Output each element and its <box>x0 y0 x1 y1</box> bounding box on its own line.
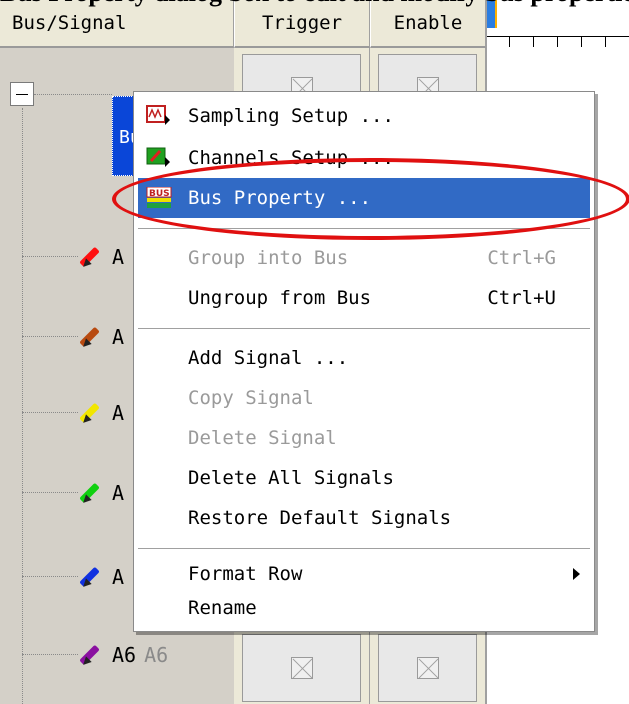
menu-item-rename[interactable]: Rename <box>134 588 594 628</box>
menu-item-label: Group into Bus <box>188 247 349 269</box>
header-label: Bus/Signal <box>12 12 127 34</box>
menu-item-label: Copy Signal <box>188 387 314 409</box>
bus-property-icon: BUS <box>146 187 172 208</box>
menu-item-label: Channels Setup ... <box>188 147 394 169</box>
probe-icon <box>78 324 104 350</box>
probe-icon <box>78 480 104 506</box>
tree-connector <box>22 654 78 655</box>
probe-icon <box>78 564 104 590</box>
menu-item-sampling-setup[interactable]: Sampling Setup ... <box>134 96 594 136</box>
ruler-tick <box>533 37 534 47</box>
header-label: Enable <box>393 12 463 34</box>
submenu-arrow-icon <box>573 568 580 580</box>
channels-setup-icon <box>146 147 170 167</box>
menu-item-label: Sampling Setup ... <box>188 105 394 127</box>
menu-item-label: Rename <box>188 597 257 619</box>
menu-item-label: Delete All Signals <box>188 467 394 489</box>
context-menu: Sampling Setup ... Channels Setup ... BU… <box>133 91 595 632</box>
disabled-check-icon <box>290 657 313 679</box>
header-label: Trigger <box>261 12 343 34</box>
ruler-tick <box>509 37 510 47</box>
tree-connector <box>22 336 78 337</box>
menu-item-copy-signal[interactable]: Copy Signal <box>134 378 594 418</box>
menu-item-label: Delete Signal <box>188 427 337 449</box>
menu-item-delete-signal[interactable]: Delete Signal <box>134 418 594 458</box>
signal-label: A6 <box>112 643 137 667</box>
enable-cell[interactable] <box>378 634 477 702</box>
signal-row[interactable]: A <box>78 478 124 508</box>
menu-separator <box>138 228 590 230</box>
menu-item-restore-default-signals[interactable]: Restore Default Signals <box>134 498 594 538</box>
probe-icon <box>78 400 104 426</box>
tree-connector <box>34 94 112 95</box>
menu-item-label: Format Row <box>188 563 303 585</box>
menu-item-ungroup-from-bus[interactable]: Ungroup from Bus Ctrl+U <box>134 278 594 318</box>
menu-item-delete-all-signals[interactable]: Delete All Signals <box>134 458 594 498</box>
tree-connector <box>22 108 23 704</box>
probe-icon <box>78 642 104 668</box>
sampling-setup-icon <box>146 105 170 125</box>
menu-item-label: Restore Default Signals <box>188 507 452 529</box>
menu-separator <box>138 328 590 330</box>
menu-item-group-into-bus[interactable]: Group into Bus Ctrl+G <box>134 238 594 278</box>
tree-connector <box>22 576 78 577</box>
menu-item-label: Ungroup from Bus <box>188 287 372 309</box>
menu-item-shortcut: Ctrl+U <box>487 287 556 309</box>
document-caption: Bus Property dialog box to edit and modi… <box>0 0 629 8</box>
tree-connector <box>22 412 78 413</box>
ruler-tick <box>557 37 558 47</box>
signal-row[interactable]: A <box>78 562 124 592</box>
menu-item-label: Add Signal ... <box>188 347 349 369</box>
signal-row[interactable]: A <box>78 322 124 352</box>
signal-label: A <box>112 401 125 425</box>
tree-connector <box>22 492 78 493</box>
time-ruler <box>487 36 629 50</box>
ruler-tick <box>605 37 606 47</box>
menu-item-channels-setup[interactable]: Channels Setup ... <box>134 138 594 178</box>
signal-label: A <box>112 325 125 349</box>
disabled-check-icon <box>416 657 439 679</box>
signal-row[interactable]: A <box>78 242 124 272</box>
tree-connector <box>22 256 78 257</box>
menu-item-shortcut: Ctrl+G <box>487 247 556 269</box>
menu-separator <box>138 548 590 550</box>
signal-alias: A6 <box>144 643 169 667</box>
menu-item-add-signal[interactable]: Add Signal ... <box>134 338 594 378</box>
signal-label: A <box>112 565 125 589</box>
collapse-toggle-icon[interactable] <box>10 82 34 106</box>
svg-text:BUS: BUS <box>149 189 170 199</box>
probe-icon <box>78 244 104 270</box>
ruler-tick <box>581 37 582 47</box>
signal-label: A <box>112 245 125 269</box>
trigger-cell[interactable] <box>242 634 361 702</box>
signal-label: A <box>112 481 125 505</box>
signal-row[interactable]: A <box>78 398 124 428</box>
app-window: Bus/Signal Trigger Enable Bus1 A A A A A… <box>0 0 629 704</box>
menu-item-label: Bus Property ... <box>188 187 372 209</box>
menu-item-bus-property[interactable]: BUS Bus Property ... <box>138 178 590 218</box>
signal-row[interactable]: A6 A6 <box>78 640 168 670</box>
